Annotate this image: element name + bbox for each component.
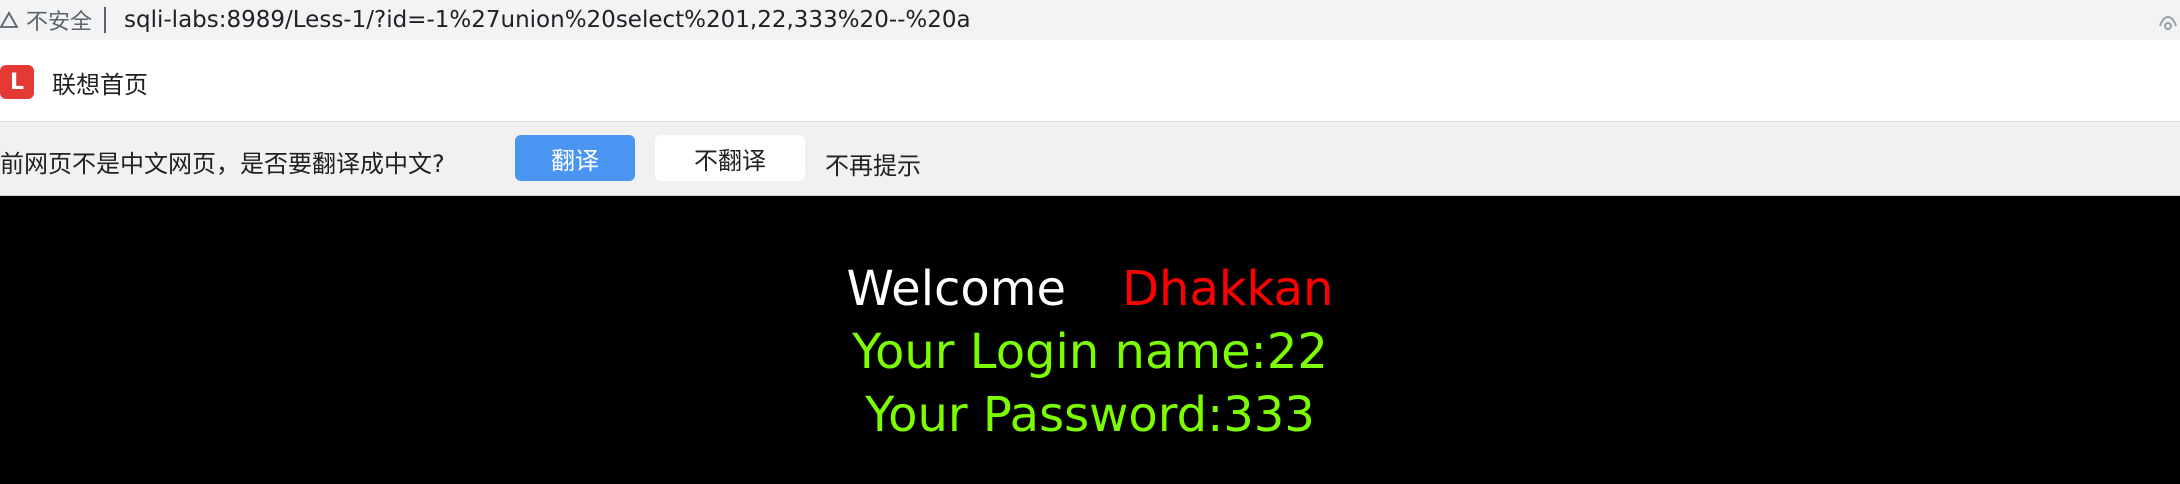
welcome-name: Dhakkan [1122, 261, 1334, 317]
result-block: Welcome Dhakkan Your Login name:22 Your P… [0, 258, 2180, 447]
address-bar[interactable]: 不安全 sqli-labs:8989/Less-1/?id=-1%27union… [0, 0, 2180, 40]
bookmarks-bar: L 联想首页 [0, 40, 2180, 122]
welcome-line: Welcome Dhakkan [0, 258, 2180, 321]
page-content: Welcome Dhakkan Your Login name:22 Your P… [0, 196, 2180, 484]
insecure-label[interactable]: 不安全 [26, 4, 92, 36]
dont-translate-button[interactable]: 不翻译 [655, 135, 805, 181]
translate-button[interactable]: 翻译 [515, 135, 635, 181]
bookmark-lenovo-home[interactable]: L 联想首页 [0, 62, 148, 102]
password-line: Your Password:333 [865, 387, 1315, 443]
lenovo-logo-icon: L [0, 65, 34, 99]
translate-prompt-text: 前网页不是中文网页，是否要翻译成中文? [0, 150, 445, 178]
never-show-again-link[interactable]: 不再提示 [825, 146, 921, 181]
login-name-line: Your Login name:22 [852, 324, 1328, 380]
welcome-text: Welcome [846, 261, 1067, 317]
reader-mode-icon[interactable] [2156, 6, 2180, 34]
bookmark-label: 联想首页 [52, 70, 148, 99]
url-input[interactable]: sqli-labs:8989/Less-1/?id=-1%27union%20s… [124, 7, 971, 33]
warning-triangle-icon[interactable] [0, 11, 18, 29]
address-divider [104, 7, 107, 33]
translate-infobar: 前网页不是中文网页，是否要翻译成中文? 翻译 不翻译 不再提示 [0, 122, 2180, 196]
